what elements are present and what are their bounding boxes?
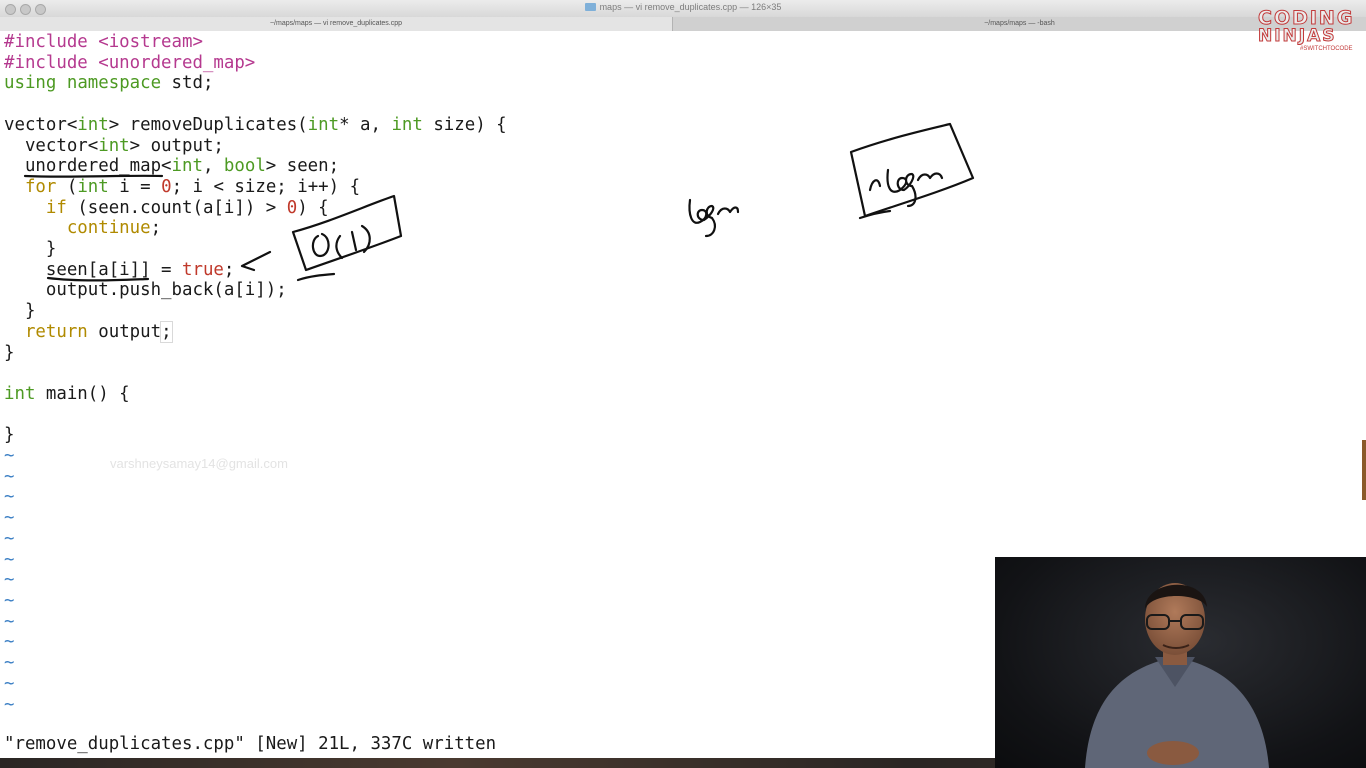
code-line-14: } bbox=[4, 301, 36, 322]
code-line-1: #include <iostream> bbox=[4, 32, 203, 52]
tab-label: ~/maps/maps — -bash bbox=[984, 20, 1055, 27]
window-titlebar: maps — vi remove_duplicates.cpp — 126×35 bbox=[0, 0, 1366, 18]
code-line-7: unordered_map<int, bool> seen; bbox=[4, 156, 340, 177]
brand-tagline: #SWITCHTOCODE bbox=[1300, 46, 1353, 52]
code-line-2: #include <unordered_map> bbox=[4, 52, 256, 73]
empty-line-tilde: ~ bbox=[4, 590, 15, 611]
tab-label: ~/maps/maps — vi remove_duplicates.cpp bbox=[269, 20, 403, 27]
code-line-18: int main() { bbox=[4, 383, 130, 404]
empty-line-tilde: ~ bbox=[4, 694, 15, 715]
code-buffer[interactable]: #include <iostream> #include <unordered_… bbox=[4, 32, 507, 715]
empty-line-markers: ~ ~ ~ ~ ~ ~ ~ ~ ~ ~ ~ ~ ~ bbox=[4, 446, 14, 714]
code-line-9: if (seen.count(a[i]) > 0) { bbox=[45, 197, 329, 218]
code-line-16: } bbox=[4, 342, 15, 363]
empty-line-tilde: ~ bbox=[4, 446, 15, 467]
empty-line-tilde: ~ bbox=[4, 487, 15, 508]
empty-line-tilde: ~ bbox=[4, 673, 15, 694]
empty-line-tilde: ~ bbox=[4, 508, 15, 529]
code-line: #include <iostream> bbox=[4, 32, 203, 52]
code-line-11: } bbox=[4, 239, 57, 260]
terminal-tab-bar: ~/maps/maps — vi remove_duplicates.cpp ~… bbox=[0, 17, 1366, 32]
code-line-13: output.push_back(a[i]); bbox=[4, 280, 287, 301]
text-cursor: ; bbox=[160, 320, 173, 343]
watermark-email: varshneysamay14@gmail.com bbox=[110, 456, 288, 471]
presenter-figure bbox=[1085, 583, 1269, 768]
code-line-12: seen[a[i]] = true; bbox=[4, 259, 235, 280]
code-line-15: return output; bbox=[24, 320, 173, 343]
empty-line-tilde: ~ bbox=[4, 632, 15, 653]
vim-status-line: "remove_duplicates.cpp" [New] 21L, 337C … bbox=[4, 734, 497, 754]
window-title: maps — vi remove_duplicates.cpp — 126×35 bbox=[0, 2, 1366, 12]
brand-logo-line2: NINJAS bbox=[1258, 26, 1337, 47]
code-line-20: } bbox=[4, 425, 15, 446]
empty-line-tilde: ~ bbox=[4, 466, 15, 487]
code-line-10: continue; bbox=[66, 218, 162, 239]
desktop-background-sliver bbox=[1362, 440, 1366, 500]
code-line-6: vector<int> output; bbox=[4, 135, 224, 156]
empty-line-tilde: ~ bbox=[4, 528, 15, 549]
tab-vi-editor[interactable]: ~/maps/maps — vi remove_duplicates.cpp bbox=[0, 17, 673, 31]
code-line-5: vector<int> removeDuplicates(int* a, int… bbox=[4, 114, 507, 135]
code-line-3: using namespace std; bbox=[4, 73, 214, 94]
empty-line-tilde: ~ bbox=[4, 570, 15, 591]
code-line-8: for (int i = 0; i < size; i++) { bbox=[24, 176, 361, 197]
empty-line-tilde: ~ bbox=[4, 653, 15, 674]
window-title-label: maps — vi remove_duplicates.cpp — 126×35 bbox=[599, 2, 782, 12]
empty-line-tilde: ~ bbox=[4, 549, 15, 570]
folder-icon bbox=[584, 3, 596, 11]
presenter-webcam bbox=[995, 557, 1366, 768]
empty-line-tilde: ~ bbox=[4, 611, 15, 632]
